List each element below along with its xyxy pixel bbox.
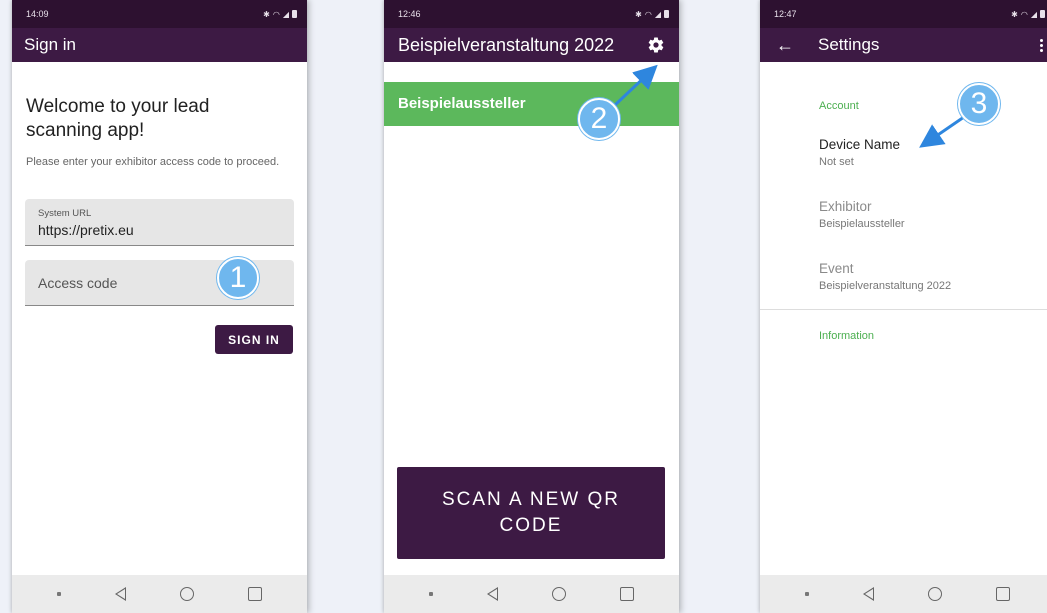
system-nav-bar [384,575,679,613]
status-bar: 12:46 ✱ ◠ ◢ [384,0,679,28]
nav-recents-icon[interactable] [996,587,1010,601]
system-url-value: https://pretix.eu [38,222,134,238]
system-url-label: System URL [38,208,92,219]
status-time: 12:46 [398,9,421,19]
app-bar: ← Settings [760,28,1047,62]
bluetooth-icon: ✱ [635,9,642,19]
welcome-heading: Welcome to your lead scanning app! [26,96,210,141]
system-url-field[interactable]: System URL https://pretix.eu [25,199,294,246]
access-code-placeholder: Access code [38,275,118,291]
signal-icon: ◢ [654,9,661,19]
section-divider [760,309,1047,310]
app-bar: Sign in [12,28,307,62]
page-title: Settings [818,35,880,54]
pref-exhibitor-summary: Beispielaussteller [819,218,905,230]
signal-icon: ◢ [1030,9,1037,19]
app-bar: Beispielveranstaltung 2022 [384,28,679,62]
callout-badge-2: 2 [578,98,620,140]
wifi-icon: ◠ [272,9,280,19]
signal-icon: ◢ [282,9,289,19]
status-time: 12:47 [774,9,797,19]
nav-dot-icon [805,592,809,596]
phone-screen-sign-in: 14:09 ✱ ◠ ◢ Sign in Welcome to your lead… [12,0,307,613]
bluetooth-icon: ✱ [263,9,270,19]
status-icons: ✱ ◠ ◢ [1011,10,1045,19]
status-icons: ✱ ◠ ◢ [263,10,297,19]
wifi-icon: ◠ [644,9,652,19]
nav-home-icon[interactable] [928,587,942,601]
status-icons: ✱ ◠ ◢ [635,10,669,19]
system-nav-bar [12,575,307,613]
nav-recents-icon[interactable] [620,587,634,601]
back-arrow-icon[interactable]: ← [776,35,800,56]
page-title: Beispielveranstaltung 2022 [398,34,615,55]
wifi-icon: ◠ [1020,9,1028,19]
nav-recents-icon[interactable] [248,587,262,601]
status-bar: 14:09 ✱ ◠ ◢ [12,0,307,28]
instructions-text: Please enter your exhibitor access code … [26,156,280,168]
callout-badge-1: 1 [217,257,259,299]
pref-device-name-summary: Not set [819,156,854,168]
nav-back-icon[interactable] [863,587,874,601]
nav-dot-icon [429,592,433,596]
exhibitor-banner: Beispielaussteller [384,82,679,126]
category-information: Information [819,330,875,342]
bluetooth-icon: ✱ [1011,9,1018,19]
pref-event-title: Event [819,261,854,276]
battery-icon [1040,10,1045,18]
category-account: Account [819,100,859,112]
nav-home-icon[interactable] [552,587,566,601]
nav-dot-icon [57,592,61,596]
status-time: 14:09 [26,9,49,19]
page-title: Sign in [24,35,76,54]
scan-qr-button[interactable]: SCAN A NEW QR CODE [397,467,665,559]
pref-device-name-title: Device Name [819,137,901,152]
sign-in-button[interactable]: SIGN IN [215,325,293,354]
nav-home-icon[interactable] [180,587,194,601]
nav-back-icon[interactable] [115,587,126,601]
battery-icon [664,10,669,18]
phone-screen-settings: 12:47 ✱ ◠ ◢ ← Settings Account Device Na… [760,0,1047,613]
pref-exhibitor-title: Exhibitor [819,199,872,214]
phone-screen-event: 12:46 ✱ ◠ ◢ Beispielveranstaltung 2022 B… [384,0,679,613]
overflow-menu-icon[interactable] [1040,38,1043,52]
status-bar: 12:47 ✱ ◠ ◢ [760,0,1047,28]
gear-icon[interactable] [647,36,665,54]
nav-back-icon[interactable] [487,587,498,601]
system-nav-bar [760,575,1047,613]
pref-event-summary: Beispielveranstaltung 2022 [819,280,952,292]
callout-badge-3: 3 [958,83,1000,125]
battery-icon [292,10,297,18]
